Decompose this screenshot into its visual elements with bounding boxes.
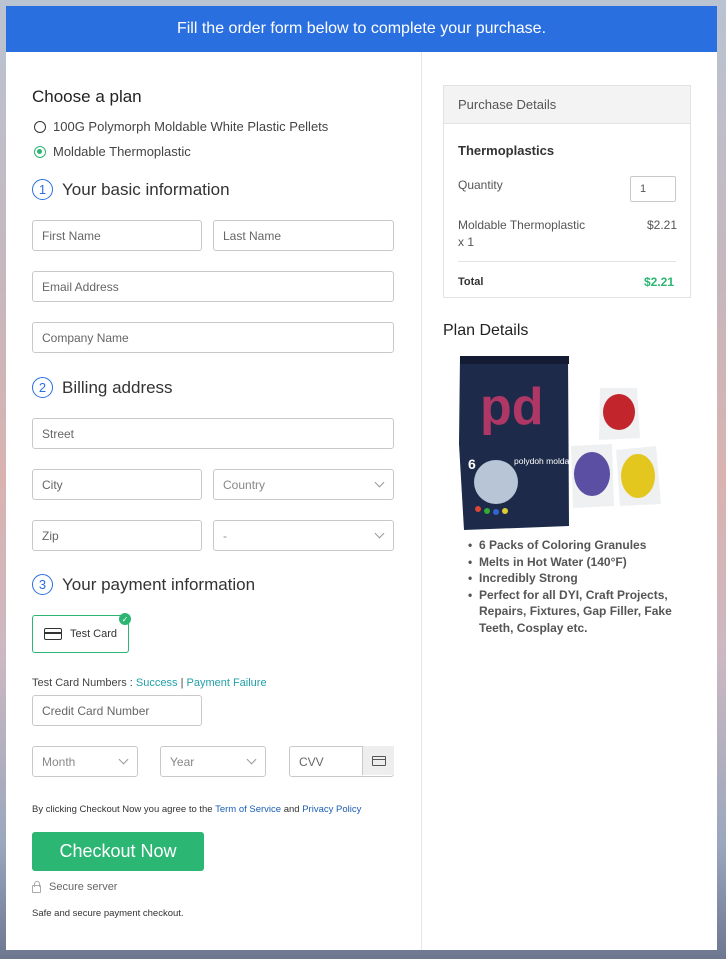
- checkout-button[interactable]: Checkout Now: [32, 832, 204, 871]
- plan-details-title: Plan Details: [443, 322, 529, 339]
- step-number: 1: [32, 179, 53, 200]
- test-card-numbers: Test Card Numbers : Success | Payment Fa…: [32, 677, 267, 689]
- plan-feature-list: 6 Packs of Coloring Granules Melts in Ho…: [468, 537, 683, 636]
- test-numbers-label: Test Card Numbers :: [32, 677, 136, 689]
- agreement-middle: and: [281, 804, 303, 815]
- plan-option-label: 100G Polymorph Moldable White Plastic Pe…: [53, 119, 329, 134]
- line-item-name: Moldable Thermoplastic: [458, 218, 586, 232]
- state-select[interactable]: -: [213, 520, 394, 551]
- lock-icon: [32, 881, 41, 893]
- column-divider: [421, 52, 422, 950]
- check-icon: ✓: [119, 613, 131, 625]
- card-back-icon: [371, 755, 386, 766]
- email-field[interactable]: Email Address: [32, 271, 394, 302]
- line-item-price: $2.21: [647, 218, 678, 232]
- quantity-input[interactable]: 1: [630, 176, 676, 202]
- section-title: Your payment information: [62, 574, 256, 594]
- billing-heading: 2 Billing address: [32, 377, 173, 398]
- credit-card-icon: [43, 628, 62, 640]
- choose-plan-title: Choose a plan: [32, 87, 142, 106]
- svg-text:pd: pd: [480, 378, 544, 436]
- list-item: Incredibly Strong: [468, 570, 683, 587]
- success-link[interactable]: Success: [136, 677, 178, 689]
- divider: [458, 261, 676, 262]
- country-select[interactable]: Country: [213, 469, 394, 500]
- plan-option-thermoplastic[interactable]: Moldable Thermoplastic: [34, 144, 191, 159]
- select-value: Country: [223, 477, 266, 492]
- street-field[interactable]: Street: [32, 418, 394, 449]
- total-value: $2.21: [644, 275, 675, 289]
- step-number: 3: [32, 574, 53, 595]
- chevron-down-icon: [118, 754, 129, 765]
- company-field[interactable]: Company Name: [32, 322, 394, 353]
- select-value: Month: [42, 754, 76, 769]
- payment-heading: 3 Your payment information: [32, 574, 255, 595]
- agreement-prefix: By clicking Checkout Now you agree to th…: [32, 804, 216, 815]
- payment-failure-link[interactable]: Payment Failure: [186, 677, 266, 689]
- chevron-down-icon: [246, 754, 257, 765]
- year-select[interactable]: Year: [160, 746, 266, 777]
- section-title: Billing address: [62, 377, 173, 397]
- product-image: pd 6 polydoh moldable plastic: [459, 356, 661, 530]
- cvv-card-icon: [362, 746, 394, 775]
- terms-link[interactable]: Term of Service: [215, 804, 281, 815]
- quantity-label: Quantity: [458, 178, 503, 192]
- city-field[interactable]: City: [32, 469, 202, 500]
- chevron-down-icon: [374, 477, 385, 488]
- test-card-option[interactable]: Test Card: [32, 615, 129, 653]
- chevron-down-icon: [374, 528, 385, 539]
- plan-option-pellets[interactable]: 100G Polymorph Moldable White Plastic Pe…: [34, 119, 328, 134]
- agreement-text: By clicking Checkout Now you agree to th…: [32, 804, 361, 815]
- bag-count: 6: [468, 456, 476, 472]
- line-item-qty: x 1: [458, 235, 475, 249]
- list-item: 6 Packs of Coloring Granules: [468, 537, 683, 554]
- total-label: Total: [458, 276, 484, 288]
- step-number: 2: [32, 377, 53, 398]
- test-card-label: Test Card: [69, 628, 118, 640]
- top-banner: Fill the order form below to complete yo…: [6, 6, 717, 52]
- first-name-field[interactable]: First Name: [32, 220, 202, 251]
- list-item: Melts in Hot Water (140°F): [468, 554, 683, 571]
- link-separator: |: [180, 677, 184, 689]
- radio-button-selected[interactable]: [34, 145, 46, 158]
- plan-option-label: Moldable Thermoplastic: [53, 144, 191, 159]
- privacy-link[interactable]: Privacy Policy: [302, 804, 361, 815]
- list-item: Perfect for all DYI, Craft Projects, Rep…: [468, 587, 683, 637]
- basic-info-heading: 1 Your basic information: [32, 179, 230, 200]
- secure-server: Secure server: [32, 881, 117, 893]
- month-select[interactable]: Month: [32, 746, 138, 777]
- select-value: -: [223, 528, 227, 543]
- credit-card-number-field[interactable]: Credit Card Number: [32, 695, 202, 726]
- purchase-details-title: Purchase Details: [444, 86, 690, 124]
- radio-button[interactable]: [34, 120, 46, 133]
- product-name: Thermoplastics: [458, 143, 555, 158]
- select-value: Year: [170, 754, 195, 769]
- section-title: Your basic information: [62, 179, 230, 199]
- secure-label: Secure server: [49, 881, 118, 893]
- safe-checkout-note: Safe and secure payment checkout.: [32, 908, 184, 919]
- zip-field[interactable]: Zip: [32, 520, 202, 551]
- last-name-field[interactable]: Last Name: [213, 220, 394, 251]
